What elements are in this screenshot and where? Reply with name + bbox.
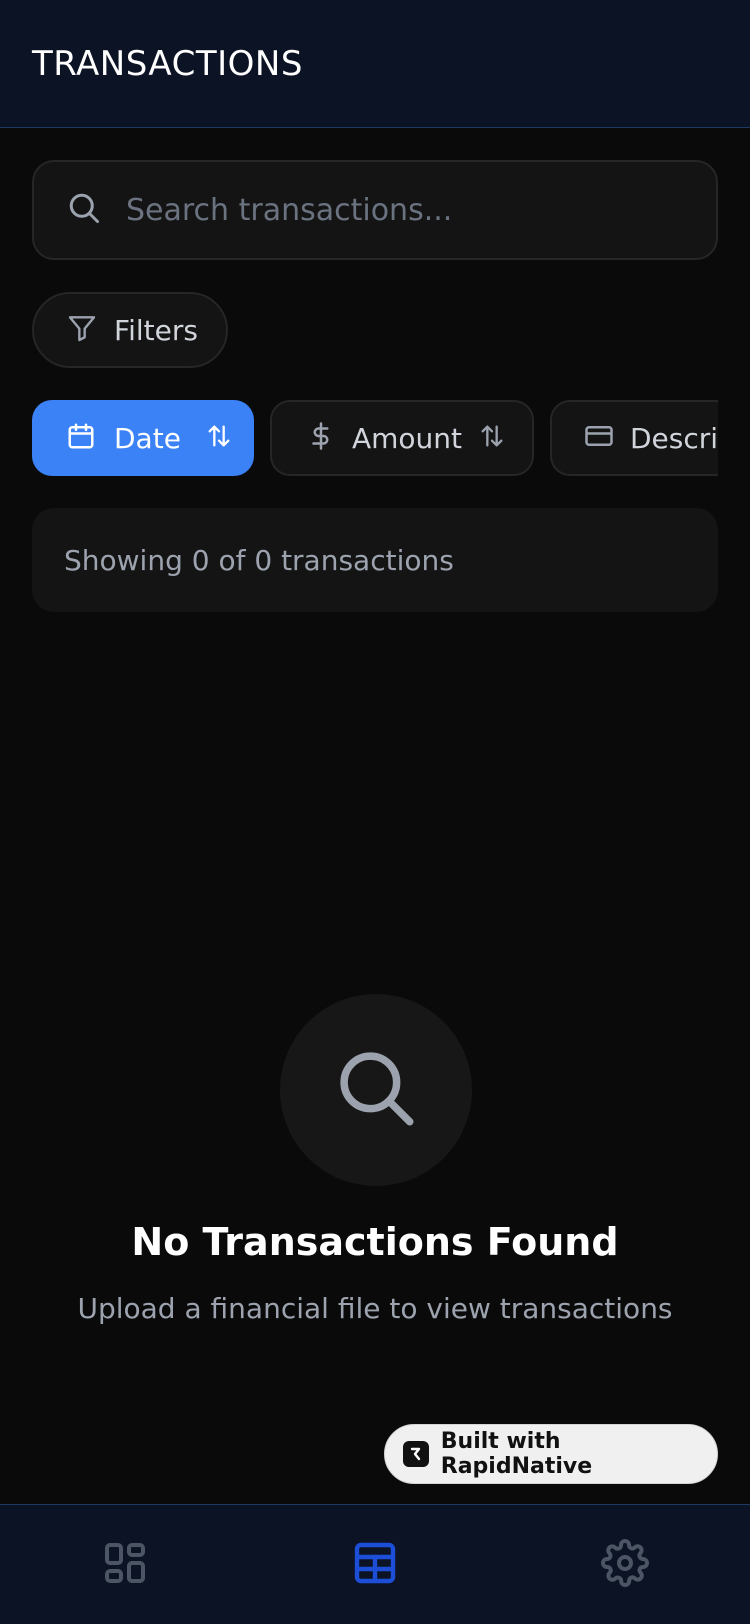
search-icon <box>331 1043 421 1137</box>
settings-icon <box>601 1539 649 1591</box>
search-icon <box>66 190 102 230</box>
tab-dashboard[interactable] <box>0 1505 250 1624</box>
sort-description-label: Description <box>630 421 718 455</box>
dollar-icon <box>306 421 336 455</box>
sort-amount-label: Amount <box>352 421 463 455</box>
filters-label: Filters <box>114 313 198 347</box>
built-with-label: Built with RapidNative <box>440 1429 593 1479</box>
tab-transactions[interactable] <box>250 1505 500 1624</box>
sort-description-button[interactable]: Description <box>550 400 718 476</box>
sort-arrows-icon <box>205 422 233 454</box>
app-header: TRANSACTIONS <box>0 0 750 128</box>
results-summary: Showing 0 of 0 transactions <box>32 508 718 612</box>
rapidnative-logo-icon <box>403 1441 429 1467</box>
filters-button[interactable]: Filters <box>32 292 228 368</box>
filter-icon <box>66 312 98 348</box>
table-icon <box>351 1539 399 1591</box>
sort-amount-button[interactable]: Amount <box>270 400 534 476</box>
calendar-icon <box>66 421 96 455</box>
bottom-tab-bar <box>0 1504 750 1624</box>
empty-state-badge <box>280 994 472 1186</box>
empty-state-title: No Transactions Found <box>131 1220 619 1264</box>
sort-date-label: Date <box>114 421 181 455</box>
dashboard-icon <box>101 1539 149 1591</box>
built-with-badge[interactable]: Built with RapidNative <box>384 1424 718 1484</box>
sort-options: Date Amount Description <box>32 400 718 476</box>
results-count: Showing 0 of 0 transactions <box>64 543 454 577</box>
empty-state-subtitle: Upload a financial file to view transact… <box>77 1292 673 1325</box>
tab-settings[interactable] <box>500 1505 750 1624</box>
search-bar[interactable] <box>32 160 718 260</box>
sort-arrows-icon <box>478 422 506 454</box>
credit-card-icon <box>584 421 614 455</box>
sort-date-button[interactable]: Date <box>32 400 254 476</box>
search-input[interactable] <box>126 192 686 228</box>
page-title: TRANSACTIONS <box>32 44 303 84</box>
